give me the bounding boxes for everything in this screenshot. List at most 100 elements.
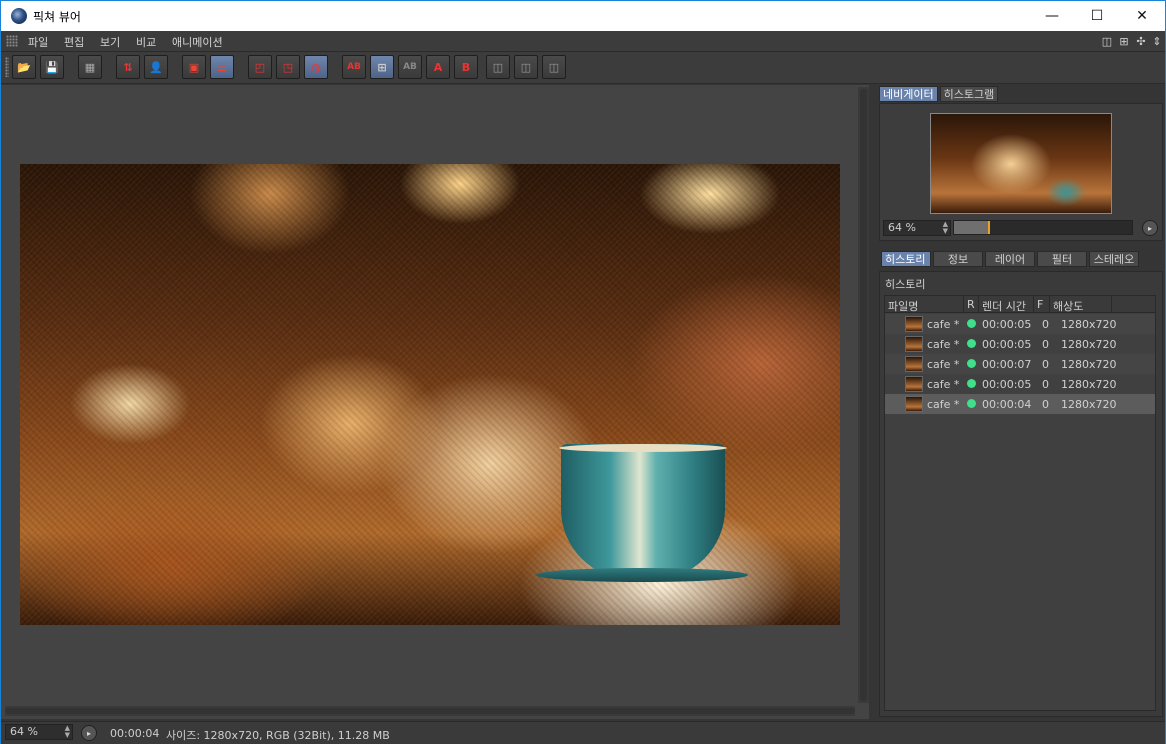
set-a-button[interactable]: A	[426, 55, 450, 79]
history-resolution: 1280x720	[1061, 338, 1117, 351]
status-bar: 64 % ▲ ▼ ▸ 00:00:04 사이즈: 1280x720, RGB (3…	[1, 721, 1165, 744]
history-row[interactable]: cafe * 00:00:04 0 1280x720	[885, 394, 1155, 414]
history-render-time: 00:00:05	[982, 378, 1032, 391]
menu-file[interactable]: 파일	[28, 34, 48, 50]
tab-histogram[interactable]: 히스토그램	[939, 86, 999, 102]
ab-swap-button[interactable]: AB	[398, 55, 422, 79]
history-filename: cafe *	[927, 338, 960, 351]
thumbnail-icon	[905, 376, 923, 392]
teacup-rim	[559, 444, 727, 452]
col-filename[interactable]: 파일명	[888, 298, 918, 314]
col-separator[interactable]	[1111, 296, 1112, 313]
render-texture	[20, 164, 840, 625]
col-render-status[interactable]: R	[967, 298, 975, 311]
horizontal-scrollbar[interactable]	[5, 706, 855, 716]
close-button[interactable]: ✕	[1119, 1, 1165, 31]
render-status-icon	[967, 359, 976, 368]
navigator-zoom-field[interactable]: 64 % ▲ ▼	[883, 220, 951, 236]
move-panel-icon[interactable]: ✣	[1134, 33, 1148, 49]
vertical-scroll-thumb[interactable]	[860, 89, 867, 701]
menu-animation[interactable]: 애니메이션	[172, 34, 223, 50]
status-play-button[interactable]: ▸	[81, 725, 97, 741]
toolbar-grip-icon[interactable]	[5, 57, 9, 77]
layout-panel-icon[interactable]: ◫	[1100, 33, 1114, 49]
zoom-slider-knob[interactable]	[987, 221, 990, 234]
tab-filter[interactable]: 필터	[1037, 251, 1087, 267]
col-frame[interactable]: F	[1037, 298, 1043, 311]
history-title: 히스토리	[885, 278, 926, 291]
menu-compare[interactable]: 비교	[136, 34, 156, 50]
tab-navigator[interactable]: 네비게이터	[879, 86, 938, 102]
history-table-header: 파일명 R 렌더 시간 F 해상도	[885, 296, 1155, 313]
zoom-spinner-icon[interactable]: ▲ ▼	[943, 221, 948, 235]
history-resolution: 1280x720	[1061, 318, 1117, 331]
maximize-panel-icon[interactable]: ⊞	[1117, 33, 1131, 49]
picture-viewer-window: 픽쳐 뷰어 — ☐ ✕ 파일 편집 보기 비교 애니메이션 ◫ ⊞ ✣ ⇕ 📂 …	[0, 0, 1166, 744]
user-button[interactable]: 👤	[144, 55, 168, 79]
minimize-button[interactable]: —	[1029, 1, 1075, 31]
status-image-info: 사이즈: 1280x720, RGB (32Bit), 11.28 MB	[166, 729, 390, 742]
history-frame: 0	[1042, 318, 1049, 331]
history-frame: 0	[1042, 358, 1049, 371]
title-bar[interactable]: 픽쳐 뷰어 — ☐ ✕	[1, 1, 1165, 31]
history-resolution: 1280x720	[1061, 378, 1117, 391]
menu-edit[interactable]: 편집	[64, 34, 84, 50]
save-button[interactable]: 💾	[40, 55, 64, 79]
history-filename: cafe *	[927, 378, 960, 391]
history-row[interactable]: cafe * 00:00:05 0 1280x720	[885, 314, 1155, 334]
history-frame: 0	[1042, 338, 1049, 351]
tab-info[interactable]: 정보	[933, 251, 983, 267]
col-separator[interactable]	[1049, 296, 1050, 313]
menu-view[interactable]: 보기	[100, 34, 120, 50]
menu-bar: 파일 편집 보기 비교 애니메이션 ◫ ⊞ ✣ ⇕	[1, 31, 1165, 52]
history-frame: 0	[1042, 378, 1049, 391]
history-row[interactable]: cafe * 00:00:05 0 1280x720	[885, 374, 1155, 394]
col-separator[interactable]	[978, 296, 979, 313]
horizontal-scroll-thumb[interactable]	[5, 708, 855, 714]
navigator-thumbnail[interactable]	[930, 113, 1112, 214]
set-b-button[interactable]: B	[454, 55, 478, 79]
region-button[interactable]: ◰	[248, 55, 272, 79]
thumbnail-icon	[905, 356, 923, 372]
col-separator[interactable]	[1033, 296, 1034, 313]
grid-button[interactable]: ▦	[78, 55, 102, 79]
channels-button[interactable]: ◍	[304, 55, 328, 79]
col-separator[interactable]	[963, 296, 964, 313]
list-button[interactable]: ☰	[210, 55, 234, 79]
render-status-icon	[967, 339, 976, 348]
split-compare-button[interactable]: ⊞	[370, 55, 394, 79]
status-zoom-field[interactable]: 64 % ▲ ▼	[5, 724, 73, 740]
maximize-button[interactable]: ☐	[1074, 1, 1120, 31]
navigator-zoom-value: 64 %	[888, 221, 916, 234]
tab-stereo[interactable]: 스테레오	[1089, 251, 1139, 267]
navigator-zoom-slider[interactable]	[953, 220, 1133, 235]
delete-button[interactable]: ▣	[182, 55, 206, 79]
history-render-time: 00:00:05	[982, 318, 1032, 331]
history-row[interactable]: cafe * 00:00:07 0 1280x720	[885, 354, 1155, 374]
history-frame: 0	[1042, 398, 1049, 411]
history-row[interactable]: cafe * 00:00:05 0 1280x720	[885, 334, 1155, 354]
navigator-tabs: 네비게이터 히스토그램	[879, 86, 999, 102]
status-zoom-spinner-icon[interactable]: ▲ ▼	[65, 725, 70, 739]
layout-2-button[interactable]: ◫	[514, 55, 538, 79]
vertical-scrollbar[interactable]	[858, 87, 869, 703]
ab-compare-button[interactable]: AB	[342, 55, 366, 79]
zoom-slider-fill	[954, 221, 988, 234]
region-render-button[interactable]: ◳	[276, 55, 300, 79]
history-filename: cafe *	[927, 318, 960, 331]
col-render-time[interactable]: 렌더 시간	[982, 298, 1026, 314]
render-status-icon	[967, 319, 976, 328]
tab-history[interactable]: 히스토리	[881, 251, 931, 267]
navigator-play-button[interactable]: ▸	[1142, 220, 1158, 236]
move-button[interactable]: ⇅	[116, 55, 140, 79]
tab-layers[interactable]: 레이어	[985, 251, 1035, 267]
cinema4d-app-icon	[11, 8, 27, 24]
layout-1-button[interactable]: ◫	[486, 55, 510, 79]
rendered-image[interactable]	[20, 164, 840, 625]
resize-panel-icon[interactable]: ⇕	[1150, 33, 1164, 49]
status-time: 00:00:04	[110, 727, 160, 740]
menu-grip-icon[interactable]	[6, 35, 18, 47]
open-button[interactable]: 📂	[12, 55, 36, 79]
layout-3-button[interactable]: ◫	[542, 55, 566, 79]
col-resolution[interactable]: 해상도	[1053, 298, 1083, 314]
